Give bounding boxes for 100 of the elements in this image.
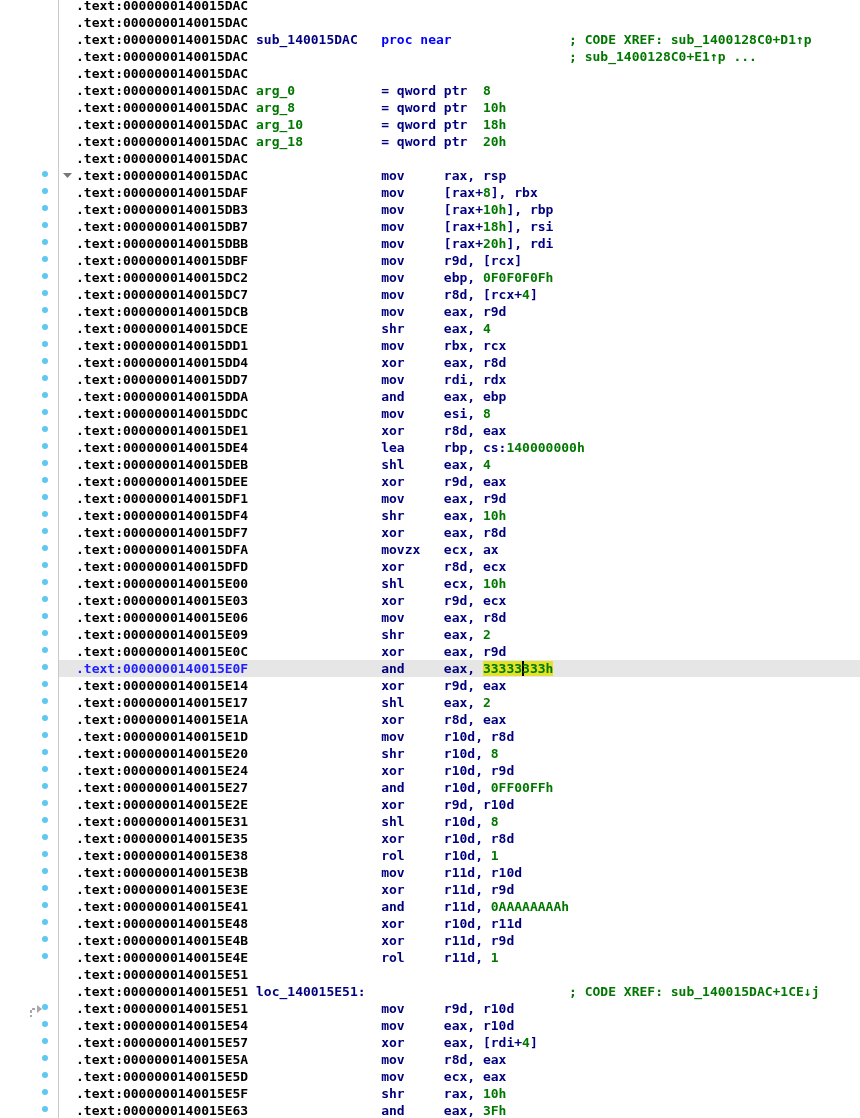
mnemonic: = qword ptr: [381, 133, 469, 150]
operands: ecx, eax: [443, 1068, 507, 1085]
operands: eax, 10h: [443, 507, 507, 524]
operands: eax, 2: [443, 626, 491, 643]
line-address: .text:0000000140015DE1: [76, 422, 250, 439]
mnemonic: mov: [381, 371, 406, 388]
line-address: .text:0000000140015E31: [76, 813, 250, 830]
mnemonic: xor: [381, 932, 406, 949]
operands: eax, [rdi+4]: [443, 1034, 538, 1051]
comment: ; CODE XREF: sub_1400128C0+D1↑p: [569, 32, 812, 47]
line-address: .text:0000000140015DAC: [76, 82, 250, 99]
mnemonic: and: [381, 898, 406, 915]
operands: 10h: [482, 99, 507, 116]
line-address: .text:0000000140015E20: [76, 745, 250, 762]
line-address: .text:0000000140015DB7: [76, 218, 250, 235]
line-address: .text:0000000140015E51: [76, 1000, 250, 1017]
operands: r8d, eax: [443, 1051, 507, 1068]
operands: r9d, eax: [443, 677, 507, 694]
mnemonic: xor: [381, 881, 406, 898]
line-address: .text:0000000140015DAC: [76, 116, 250, 133]
mnemonic: shr: [381, 320, 406, 337]
mnemonic: shl: [381, 456, 406, 473]
line-address: .text:0000000140015DF4: [76, 507, 250, 524]
operands: r9d, r10d: [443, 796, 515, 813]
label-name: loc_140015E51:: [256, 984, 366, 999]
line-address: .text:0000000140015E00: [76, 575, 250, 592]
line-address: .text:0000000140015E54: [76, 1017, 250, 1034]
mnemonic: xor: [381, 473, 406, 490]
operands: rbx, rcx: [443, 337, 507, 354]
line-address: .text:0000000140015E1D: [76, 728, 250, 745]
operands: eax, 2: [443, 694, 491, 711]
mnemonic: and: [381, 660, 406, 677]
operands: r9d, eax: [443, 473, 507, 490]
operands: eax, r8d: [443, 524, 507, 541]
operands: ecx, ax: [443, 541, 499, 558]
operands: r8d, eax: [443, 422, 507, 439]
operands: eax, ebp: [443, 388, 507, 405]
line-address: .text:0000000140015DBF: [76, 252, 250, 269]
line-address: .text:0000000140015DAC: [76, 150, 250, 167]
mnemonic: and: [381, 1102, 406, 1118]
mnemonic: xor: [381, 915, 406, 932]
mnemonic: mov: [381, 405, 406, 422]
line-address: .text:0000000140015DCE: [76, 320, 250, 337]
operands: 18h: [482, 116, 507, 133]
mnemonic: xor: [381, 422, 406, 439]
line-address: .text:0000000140015DAC: [76, 167, 250, 184]
label-name: arg_18: [256, 134, 303, 149]
line-address: .text:0000000140015DFA: [76, 541, 250, 558]
line-address: .text:0000000140015E63: [76, 1102, 250, 1118]
mnemonic: xor: [381, 592, 406, 609]
operands: [rax+8], rbx: [443, 184, 538, 201]
line-address: .text:0000000140015E03: [76, 592, 250, 609]
mnemonic: mov: [381, 235, 406, 252]
mnemonic: xor: [381, 643, 406, 660]
line-address: .text:0000000140015DF7: [76, 524, 250, 541]
mnemonic: mov: [381, 1051, 406, 1068]
mnemonic: xor: [381, 762, 406, 779]
line-address: .text:0000000140015DD4: [76, 354, 250, 371]
operands: r10d, r8d: [443, 830, 515, 847]
line-address: .text:0000000140015E2E: [76, 796, 250, 813]
operands: eax, 4: [443, 456, 491, 473]
line-address: .text:0000000140015DD1: [76, 337, 250, 354]
operands: r9d, [rcx]: [443, 252, 523, 269]
mnemonic: shl: [381, 575, 406, 592]
mnemonic: = qword ptr: [381, 116, 469, 133]
mnemonic: xor: [381, 830, 406, 847]
line-address: .text:0000000140015DF1: [76, 490, 250, 507]
operands: r11d, r9d: [443, 932, 515, 949]
line-address: .text:0000000140015E0F: [76, 660, 250, 677]
line-address: .text:0000000140015E57: [76, 1034, 250, 1051]
label-name: arg_10: [256, 117, 303, 132]
mnemonic: mov: [381, 1068, 406, 1085]
line-address: .text:0000000140015DCB: [76, 303, 250, 320]
mnemonic: mov: [381, 167, 406, 184]
label-name: sub_140015DAC: [256, 32, 358, 47]
operands: eax, r10d: [443, 1017, 515, 1034]
mnemonic: mov: [381, 1017, 406, 1034]
operands: rdi, rdx: [443, 371, 507, 388]
operands: [rax+20h], rdi: [443, 235, 554, 252]
mnemonic: movzx: [381, 541, 422, 558]
operands: rbp, cs:140000000h: [443, 439, 585, 456]
operands: r10d, r8d: [443, 728, 515, 745]
line-address: .text:0000000140015E3E: [76, 881, 250, 898]
operands: r10d, r11d: [443, 915, 523, 932]
mnemonic: mov: [381, 269, 406, 286]
operands: r11d, 1: [443, 949, 499, 966]
line-address: .text:0000000140015DD7: [76, 371, 250, 388]
line-address: .text:0000000140015DE4: [76, 439, 250, 456]
mnemonic: mov: [381, 184, 406, 201]
mnemonic: shr: [381, 507, 406, 524]
operands: eax, r9d: [443, 490, 507, 507]
mnemonic: xor: [381, 524, 406, 541]
collapse-arrow-icon[interactable]: [63, 171, 72, 180]
line-address: .text:0000000140015E1A: [76, 711, 250, 728]
mnemonic: shl: [381, 813, 406, 830]
line-address: .text:0000000140015E24: [76, 762, 250, 779]
mnemonic: mov: [381, 864, 406, 881]
mnemonic: mov: [381, 252, 406, 269]
operands: r11d, r9d: [443, 881, 515, 898]
mnemonic: xor: [381, 677, 406, 694]
